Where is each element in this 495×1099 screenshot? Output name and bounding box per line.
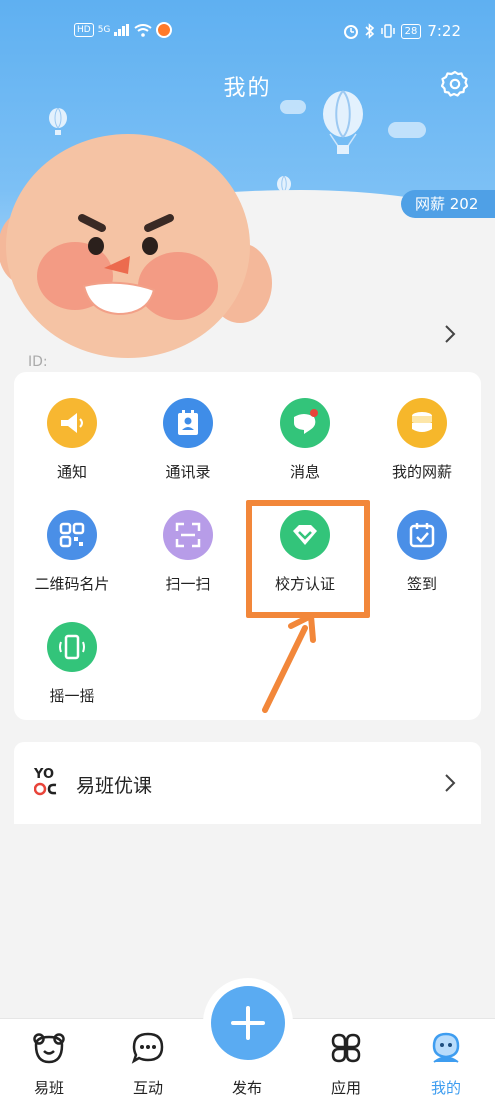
megaphone-icon	[47, 398, 97, 448]
course-label: 易班优课	[76, 775, 153, 797]
grid-item-shake[interactable]: 摇一摇	[14, 622, 130, 706]
grid-label: 扫一扫	[165, 575, 211, 593]
grid-item-messages[interactable]: 消息	[247, 398, 363, 482]
course-row[interactable]: YO 易班优课	[14, 742, 481, 824]
grid-item-contacts[interactable]: 通讯录	[130, 398, 246, 482]
tab-yiban[interactable]: 易班	[9, 1031, 89, 1098]
page-title: 我的	[223, 76, 272, 101]
tab-label: 应用	[330, 1079, 361, 1097]
grid-item-wanxin[interactable]: 我的网薪	[364, 398, 480, 482]
gear-icon[interactable]	[441, 70, 469, 98]
grid-item-checkin[interactable]: 签到	[364, 510, 480, 594]
battery-icon: 28	[400, 23, 422, 39]
grid-label: 通讯录	[165, 463, 211, 481]
grid-label: 二维码名片	[34, 575, 110, 593]
signal-label: 5G	[97, 25, 111, 35]
message-icon	[280, 398, 330, 448]
grid-item-notify[interactable]: 通知	[14, 398, 130, 482]
wanxin-badge[interactable]: 网薪 202	[401, 190, 495, 218]
bear-icon	[33, 1033, 65, 1064]
hd-indicator: HD	[74, 23, 94, 37]
grid-label: 消息	[289, 463, 320, 481]
plus-icon	[231, 1006, 265, 1040]
status-bar: HD 5G 28 7:22	[0, 18, 495, 46]
calendar-check-icon	[397, 510, 447, 560]
grid-label: 通知	[56, 463, 87, 481]
tab-label: 互动	[132, 1079, 163, 1097]
shake-phone-icon	[47, 622, 97, 672]
coins-icon	[397, 398, 447, 448]
tab-label: 发布	[231, 1079, 262, 1097]
yo-logo-icon: YO	[33, 767, 62, 798]
apps-grid-icon	[331, 1033, 361, 1063]
grid-item-scan[interactable]: 扫一扫	[130, 510, 246, 594]
contacts-icon	[163, 398, 213, 448]
tab-label: 易班	[33, 1079, 64, 1097]
vibrate-icon	[380, 24, 395, 38]
user-id-label: ID:	[28, 354, 48, 370]
tab-publish[interactable]: 发布	[207, 1069, 287, 1098]
chat-bubble-icon	[131, 1032, 164, 1064]
tab-apps[interactable]: 应用	[306, 1031, 386, 1098]
alarm-icon	[343, 25, 358, 39]
grid-label: 签到	[406, 575, 437, 593]
status-time: 7:22	[427, 22, 461, 40]
grid-label: 摇一摇	[49, 687, 95, 705]
logo-text: YO	[34, 767, 55, 782]
highlight-box	[246, 500, 370, 618]
signal-icon	[114, 24, 130, 36]
wifi-icon	[134, 23, 153, 37]
chevron-right-icon[interactable]	[440, 322, 460, 346]
avatar[interactable]	[0, 128, 280, 373]
publish-button[interactable]	[211, 986, 285, 1060]
bluetooth-icon	[365, 23, 374, 39]
scan-icon	[163, 510, 213, 560]
grid-item-qrcode[interactable]: 二维码名片	[14, 510, 130, 594]
weibo-icon	[156, 22, 173, 38]
tab-interact[interactable]: 互动	[108, 1031, 188, 1098]
person-icon	[432, 1032, 460, 1063]
tab-label: 我的	[430, 1079, 461, 1097]
tab-mine[interactable]: 我的	[406, 1031, 486, 1098]
annotation-arrow-icon	[262, 613, 316, 713]
qrcode-icon	[47, 510, 97, 560]
chevron-right-icon	[445, 774, 456, 792]
grid-label: 我的网薪	[391, 463, 452, 481]
